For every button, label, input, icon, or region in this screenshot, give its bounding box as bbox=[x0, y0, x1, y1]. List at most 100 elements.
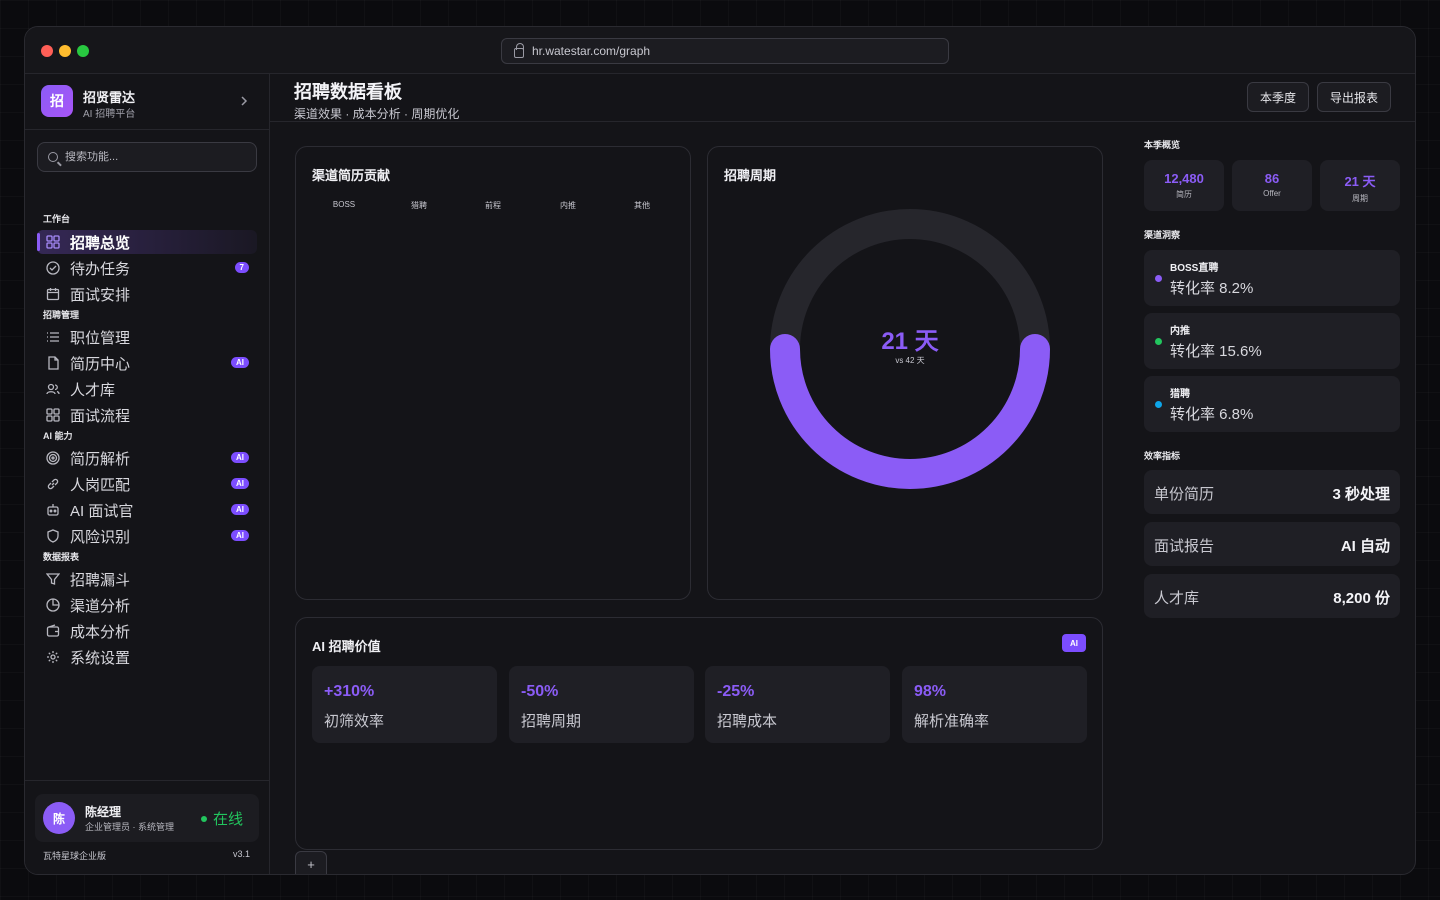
stat-cycle: 21 天 周期 bbox=[1320, 160, 1400, 211]
nav-item-overview[interactable]: 招聘总览 bbox=[37, 230, 257, 254]
ai-badge: AI bbox=[231, 452, 249, 463]
export-report-button[interactable]: 导出报表 bbox=[1317, 82, 1392, 112]
stat-value: 21 天 bbox=[1344, 174, 1376, 189]
nav-item-funnel[interactable]: 招聘漏斗 bbox=[37, 567, 257, 591]
nav-item-interview-flow[interactable]: 面试流程 bbox=[37, 403, 257, 427]
nav-item-risk-detect[interactable]: 风险识别 AI bbox=[37, 524, 257, 548]
nav-item-resume-center[interactable]: 简历中心 AI bbox=[37, 351, 257, 375]
nav-item-todo[interactable]: 待办任务 7 bbox=[37, 256, 257, 280]
lock-icon bbox=[514, 42, 524, 58]
efficiency-item-label: 人才库 bbox=[1154, 590, 1200, 607]
nav-item-ai-interviewer[interactable]: AI 面试官 AI bbox=[37, 498, 257, 522]
efficiency-item-value: 8,200 份 bbox=[1333, 590, 1390, 607]
stat-label: Offer bbox=[1263, 189, 1281, 198]
nav-label: 风险识别 bbox=[70, 528, 131, 546]
status-dot-icon bbox=[1155, 275, 1162, 282]
nav-item-resume-parse[interactable]: 简历解析 AI bbox=[37, 446, 257, 470]
nav-section-recruit: 招聘管理 bbox=[43, 310, 80, 320]
nav-item-job-match[interactable]: 人岗匹配 AI bbox=[37, 472, 257, 496]
channel-insight-boss[interactable]: BOSS直聘 转化率 8.2% bbox=[1144, 250, 1400, 306]
stat-label: 周期 bbox=[1352, 194, 1368, 203]
efficiency-interview-report: 面试报告 AI 自动 bbox=[1144, 522, 1400, 566]
stat-label: 简历 bbox=[1176, 190, 1192, 199]
efficiency-label: 效率指标 bbox=[1144, 451, 1181, 461]
channel-label-other: 其他 bbox=[634, 201, 650, 210]
ai-badge: AI bbox=[1062, 634, 1086, 652]
brand-logo: 招 bbox=[41, 85, 73, 117]
minimize-window-button[interactable] bbox=[59, 45, 71, 57]
nav-item-talent-pool[interactable]: 人才库 bbox=[37, 377, 257, 401]
nav-label: 渠道分析 bbox=[70, 597, 131, 615]
link-icon bbox=[45, 477, 60, 492]
add-widget-button[interactable]: + bbox=[295, 851, 327, 874]
overview-label: 本季概览 bbox=[1144, 140, 1181, 150]
nav-label: AI 面试官 bbox=[70, 502, 134, 520]
page-title: 招聘数据看板 bbox=[294, 82, 402, 102]
channel-name: 内推 bbox=[1170, 326, 1190, 337]
calendar-icon bbox=[45, 287, 60, 302]
user-card[interactable]: 陈 陈经理 企业管理员 · 系统管理 在线 bbox=[35, 794, 259, 842]
brand-header[interactable]: 招 招贤雷达 AI 招聘平台 bbox=[25, 74, 270, 130]
metric-value: -25% bbox=[717, 683, 755, 700]
efficiency-item-value: 3 秒处理 bbox=[1332, 486, 1390, 503]
nav-label: 面试安排 bbox=[70, 286, 131, 304]
pie-icon bbox=[45, 598, 60, 613]
channel-label-boss: BOSS bbox=[332, 200, 356, 209]
divider bbox=[25, 780, 270, 781]
online-status: 在线 bbox=[201, 808, 243, 829]
maximize-window-button[interactable] bbox=[77, 45, 89, 57]
status-dot-icon bbox=[1155, 338, 1162, 345]
cycle-compare: vs 42 天 bbox=[895, 356, 925, 365]
search-icon bbox=[48, 152, 58, 162]
channel-contribution-card: 渠道简历贡献 BOSS 猎聘 前程 内推 其他 bbox=[295, 146, 691, 600]
channel-insight-referral[interactable]: 内推 转化率 15.6% bbox=[1144, 313, 1400, 369]
search-input[interactable] bbox=[65, 151, 245, 163]
nav-label: 待办任务 bbox=[70, 260, 131, 278]
wallet-icon bbox=[45, 624, 60, 639]
metric-value: -50% bbox=[521, 683, 559, 700]
user-name: 陈经理 bbox=[85, 805, 122, 819]
ai-badge: AI bbox=[231, 357, 249, 368]
efficiency-item-label: 单份简历 bbox=[1154, 486, 1215, 503]
todo-count-badge: 7 bbox=[234, 262, 249, 273]
nav-label: 招聘总览 bbox=[70, 234, 131, 252]
nav-label: 简历解析 bbox=[70, 450, 131, 468]
nav-label: 面试流程 bbox=[70, 407, 131, 425]
channel-rate: 转化率 15.6% bbox=[1170, 343, 1262, 360]
metric-label: 招聘周期 bbox=[521, 713, 582, 730]
user-role: 企业管理员 · 系统管理 bbox=[85, 822, 174, 832]
cycle-donut: 21 天 vs 42 天 bbox=[760, 199, 1060, 499]
metric-recruit-cost: -25% 招聘成本 bbox=[705, 666, 890, 743]
status-text: 在线 bbox=[213, 811, 244, 828]
page-subtitle: 渠道效果 · 成本分析 · 周期优化 bbox=[294, 107, 460, 121]
stat-resumes: 12,480 简历 bbox=[1144, 160, 1224, 211]
ai-badge: AI bbox=[231, 478, 249, 489]
nav-item-channel-analysis[interactable]: 渠道分析 bbox=[37, 593, 257, 617]
nav-item-cost-analysis[interactable]: 成本分析 bbox=[37, 619, 257, 643]
close-window-button[interactable] bbox=[41, 45, 53, 57]
brand-subtitle: AI 招聘平台 bbox=[83, 109, 136, 120]
address-bar[interactable]: hr.watestar.com/graph bbox=[501, 38, 949, 64]
channel-insight-label: 渠道洞察 bbox=[1144, 230, 1181, 240]
recruit-cycle-card: 招聘周期 21 天 vs 42 天 bbox=[707, 146, 1103, 600]
url-text: hr.watestar.com/graph bbox=[532, 44, 651, 58]
cycle-value: 21 天 bbox=[881, 328, 939, 355]
app-window: hr.watestar.com/graph 招 招贤雷达 AI 招聘平台 工作台… bbox=[24, 26, 1416, 875]
quarter-button[interactable]: 本季度 bbox=[1247, 82, 1310, 112]
sidebar: 招 招贤雷达 AI 招聘平台 工作台 招聘总览 待办任务 7 面试安排 招聘管理 bbox=[25, 74, 270, 874]
nav-item-settings[interactable]: 系统设置 bbox=[37, 645, 257, 669]
status-dot-icon bbox=[201, 815, 207, 822]
nav-item-interview-schedule[interactable]: 面试安排 bbox=[37, 282, 257, 306]
chevron-right-icon[interactable] bbox=[239, 94, 249, 110]
efficiency-item-value: AI 自动 bbox=[1340, 538, 1390, 555]
nav-item-positions[interactable]: 职位管理 bbox=[37, 325, 257, 349]
donut-progress-arc bbox=[770, 334, 1050, 489]
nav-section-reports: 数据报表 bbox=[43, 552, 80, 562]
document-icon bbox=[45, 356, 60, 371]
search-box[interactable] bbox=[37, 142, 257, 172]
channel-rate: 转化率 8.2% bbox=[1170, 280, 1254, 297]
stat-value: 86 bbox=[1264, 171, 1280, 186]
channel-insight-liepin[interactable]: 猎聘 转化率 6.8% bbox=[1144, 376, 1400, 432]
funnel-icon bbox=[45, 572, 60, 587]
nav-label: 人才库 bbox=[70, 381, 116, 399]
